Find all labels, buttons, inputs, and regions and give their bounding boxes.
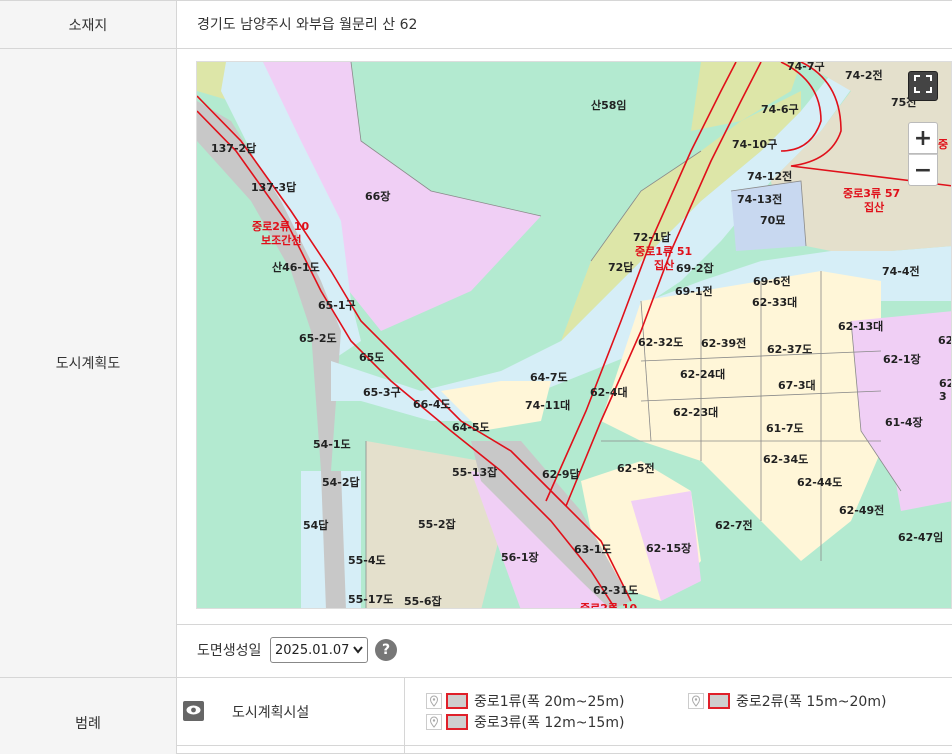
map-pin-icon: [426, 714, 442, 730]
parcel-label: 62-44도: [797, 476, 843, 489]
parcel-label: 55-4도: [348, 554, 386, 567]
parcel-label: 56-1장: [501, 551, 539, 564]
parcel-label: 67-3대: [778, 379, 816, 392]
parcel-label: 74-10구: [732, 138, 778, 151]
fullscreen-button[interactable]: [908, 71, 938, 101]
parcel-label: 72답: [608, 261, 634, 274]
parcel-label: 62-39전: [701, 337, 747, 350]
parcel-label: 62-7전: [715, 519, 753, 532]
parcel-label: 74-6구: [761, 103, 799, 116]
parcel-label: 74-11대: [525, 399, 571, 412]
legend-item-label: 중로2류(폭 15m~20m): [736, 694, 887, 710]
chevron-down-icon: [353, 643, 363, 658]
parcel-label: 62-3: [939, 377, 951, 403]
visibility-toggle[interactable]: [183, 701, 204, 721]
date-select[interactable]: 2025.01.07: [270, 637, 368, 663]
map-pin-icon: [688, 693, 704, 709]
parcel-label: 61-4장: [885, 416, 923, 429]
road-swatch: [446, 714, 468, 730]
parcel-label: 65도: [359, 351, 385, 364]
parcel-label: 65-2도: [299, 332, 337, 345]
parcel-label: 62-37도: [767, 343, 813, 356]
parcel-label: 69-2잡: [676, 262, 714, 275]
parcel-label: 65-3구: [363, 386, 401, 399]
parcel-label: 62-5전: [617, 462, 655, 475]
zoom-in-button[interactable]: +: [908, 122, 938, 154]
parcel-label: 55-2잡: [418, 518, 456, 531]
legend-item[interactable]: 중로2류(폭 15m~20m): [688, 691, 886, 711]
parcel-label: 55-6잡: [404, 595, 442, 608]
parcel-label: 63-1도: [574, 543, 612, 556]
help-icon[interactable]: ?: [375, 639, 397, 661]
parcel-label: 66장: [365, 190, 391, 203]
parcel-label: 74-12전: [747, 170, 793, 183]
eye-icon: [186, 703, 201, 719]
parcel-label: 62-33대: [752, 296, 798, 309]
fullscreen-icon: [913, 74, 933, 98]
parcel-label: 62-23대: [673, 406, 719, 419]
parcel-label: 54답: [303, 519, 329, 532]
road-swatch: [708, 693, 730, 709]
parcel-label: 62-1장: [883, 353, 921, 366]
legend-item[interactable]: 중로3류(폭 12m~15m): [426, 712, 624, 732]
date-label: 도면생성일: [197, 643, 262, 659]
parcel-label: 66-4도: [413, 398, 451, 411]
legend-item-label: 중로1류(폭 20m~25m): [474, 694, 625, 710]
parcel-label: 62-15장: [646, 542, 692, 555]
legend-item[interactable]: 중로1류(폭 20m~25m): [426, 691, 624, 711]
parcel-label: 137-3답: [251, 181, 297, 194]
parcel-label: 산46-1도: [272, 261, 320, 274]
parcel-label: 62-13대: [838, 320, 884, 333]
parcel-label: 64-7도: [530, 371, 568, 384]
parcel-label: 64-5도: [452, 421, 490, 434]
parcel-label: 74-13전: [737, 193, 783, 206]
parcel-label: 62-4대: [590, 386, 628, 399]
parcel-label: 54-2답: [322, 476, 360, 489]
location-header: 소재지: [0, 1, 176, 48]
parcel-label: 62: [938, 334, 952, 347]
parcel-label: 55-13잡: [452, 466, 498, 479]
zoom-out-button[interactable]: −: [908, 154, 938, 186]
parcel-label: 62-31도: [593, 584, 639, 597]
parcel-label: 54-1도: [313, 438, 351, 451]
legend-header: 범례: [0, 678, 176, 754]
map-pin-icon: [426, 693, 442, 709]
road-label: 중로2류 10: [580, 602, 638, 609]
road-swatch: [446, 693, 468, 709]
parcel-label: 61-7도: [766, 422, 804, 435]
parcel-label: 62-9답: [542, 468, 580, 481]
parcel-label: 62-24대: [680, 368, 726, 381]
city-plan-map[interactable]: 산58임 74-7구 74-2전 75전 74-6구 137-2답 74-10구…: [196, 61, 952, 609]
parcel-label: 62-47임: [898, 531, 944, 544]
parcel-label: 62-32도: [638, 336, 684, 349]
parcel-label: 62-34도: [763, 453, 809, 466]
parcel-label: 69-6전: [753, 275, 791, 288]
road-label: 중: [938, 138, 949, 151]
parcel-label: 62-49전: [839, 504, 885, 517]
parcel-label: 74-7구: [787, 61, 825, 73]
parcel-label: 137-2답: [211, 142, 257, 155]
parcel-label: 65-1구: [318, 299, 356, 312]
parcel-label: 70묘: [760, 214, 786, 227]
parcel-label: 74-4전: [882, 265, 920, 278]
location-value: 경기도 남양주시 와부읍 월문리 산 62: [197, 17, 418, 33]
road-label: 집산: [864, 201, 885, 214]
parcel-label: 74-2전: [845, 69, 883, 82]
parcel-label: 산58임: [591, 99, 627, 112]
road-label: 보조간선: [261, 234, 302, 247]
date-select-value: 2025.01.07: [275, 642, 350, 658]
legend-item-label: 중로3류(폭 12m~15m): [474, 715, 625, 731]
parcel-label: 69-1전: [675, 285, 713, 298]
legend-category: 도시계획시설: [232, 705, 310, 721]
parcel-label: 55-17도: [348, 593, 394, 606]
plan-map-header: 도시계획도: [0, 49, 176, 677]
road-label: 집산: [654, 259, 675, 272]
